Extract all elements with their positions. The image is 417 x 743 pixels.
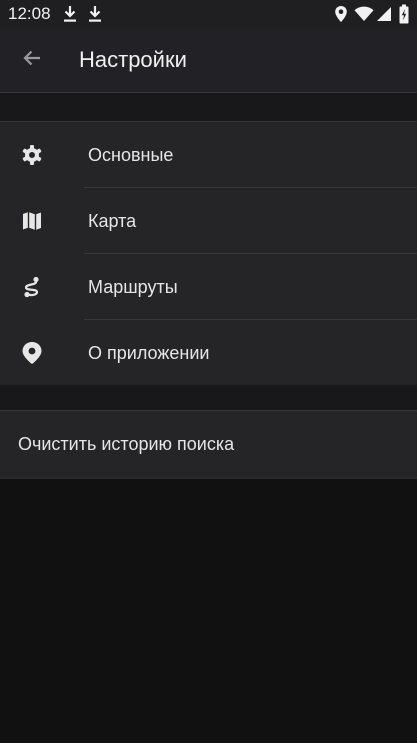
clear-search-history-button[interactable]: Очистить историю поиска xyxy=(0,410,417,479)
menu-item-about[interactable]: О приложении xyxy=(0,320,417,386)
download-icon xyxy=(62,5,78,28)
section-gap xyxy=(0,93,417,121)
location-icon xyxy=(334,5,348,28)
back-button[interactable] xyxy=(14,42,50,78)
signal-icon xyxy=(376,6,392,27)
menu-item-label: О приложении xyxy=(88,343,210,363)
status-bar: 12:08 xyxy=(0,0,417,28)
app-bar: Настройки xyxy=(0,28,417,93)
route-icon xyxy=(20,275,44,299)
map-pin-icon xyxy=(20,341,44,365)
menu-item-routes[interactable]: Маршруты xyxy=(0,254,417,320)
menu-item-label: Карта xyxy=(88,211,137,231)
status-time: 12:08 xyxy=(8,4,51,23)
arrow-left-icon xyxy=(22,49,42,72)
section-gap xyxy=(0,385,417,410)
wifi-icon xyxy=(354,6,374,27)
battery-charging-icon xyxy=(399,4,409,29)
clear-history-label: Очистить историю поиска xyxy=(18,434,235,454)
menu-item-label: Основные xyxy=(88,145,174,165)
menu-item-map[interactable]: Карта xyxy=(0,188,417,254)
page-title: Настройки xyxy=(79,47,187,72)
menu-item-label: Маршруты xyxy=(88,277,178,297)
menu-item-general[interactable]: Основные xyxy=(0,122,417,188)
map-icon xyxy=(20,209,44,233)
settings-menu: Основные Карта Маршруты О приложении xyxy=(0,121,417,386)
gear-icon xyxy=(20,143,44,167)
download-icon xyxy=(87,5,103,28)
